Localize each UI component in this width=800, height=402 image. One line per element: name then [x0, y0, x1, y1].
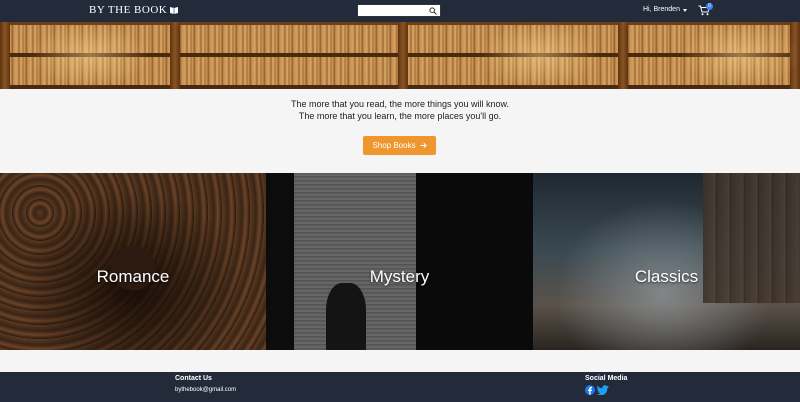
- search-box: [357, 4, 441, 17]
- category-grid: Romance Mystery Classics: [0, 173, 800, 350]
- footer: Contact Us bythebook@gmail.com Social Me…: [0, 372, 800, 402]
- spacer: [0, 350, 800, 372]
- facebook-icon[interactable]: [585, 385, 595, 395]
- category-label[interactable]: Classics: [533, 267, 800, 287]
- social-heading: Social Media: [585, 375, 628, 382]
- navbar: BY THE BOOK Hi, Brenden 0: [0, 0, 800, 22]
- quote-line-1: The more that you read, the more things …: [290, 99, 510, 109]
- brand-name[interactable]: BY THE BOOK: [89, 4, 167, 16]
- user-greeting[interactable]: Hi, Brenden: [643, 6, 680, 13]
- category-label[interactable]: Mystery: [266, 267, 533, 287]
- contact-heading: Contact Us: [175, 375, 212, 382]
- category-romance[interactable]: Romance: [0, 173, 266, 350]
- search-icon[interactable]: [429, 7, 437, 15]
- category-label[interactable]: Romance: [0, 267, 266, 287]
- twitter-icon[interactable]: [597, 385, 609, 395]
- shop-books-label: Shop Books: [372, 141, 416, 150]
- category-classics[interactable]: Classics: [533, 173, 800, 350]
- user-menu[interactable]: Hi, Brenden: [643, 6, 687, 13]
- contact-email[interactable]: bythebook@gmail.com: [175, 387, 236, 393]
- category-mystery[interactable]: Mystery: [266, 173, 533, 350]
- shop-books-button[interactable]: Shop Books: [363, 136, 436, 155]
- chevron-down-icon: [682, 8, 687, 12]
- brand-logo[interactable]: BY THE BOOK: [89, 4, 179, 16]
- cart-count-badge: 0: [706, 3, 713, 10]
- arrow-right-icon: [420, 142, 427, 149]
- search-input[interactable]: [360, 6, 426, 16]
- quote-line-2: The more that you learn, the more places…: [298, 111, 502, 121]
- book-icon: [170, 7, 179, 14]
- quote-section: The more that you read, the more things …: [0, 89, 800, 173]
- hero-banner: [0, 22, 800, 89]
